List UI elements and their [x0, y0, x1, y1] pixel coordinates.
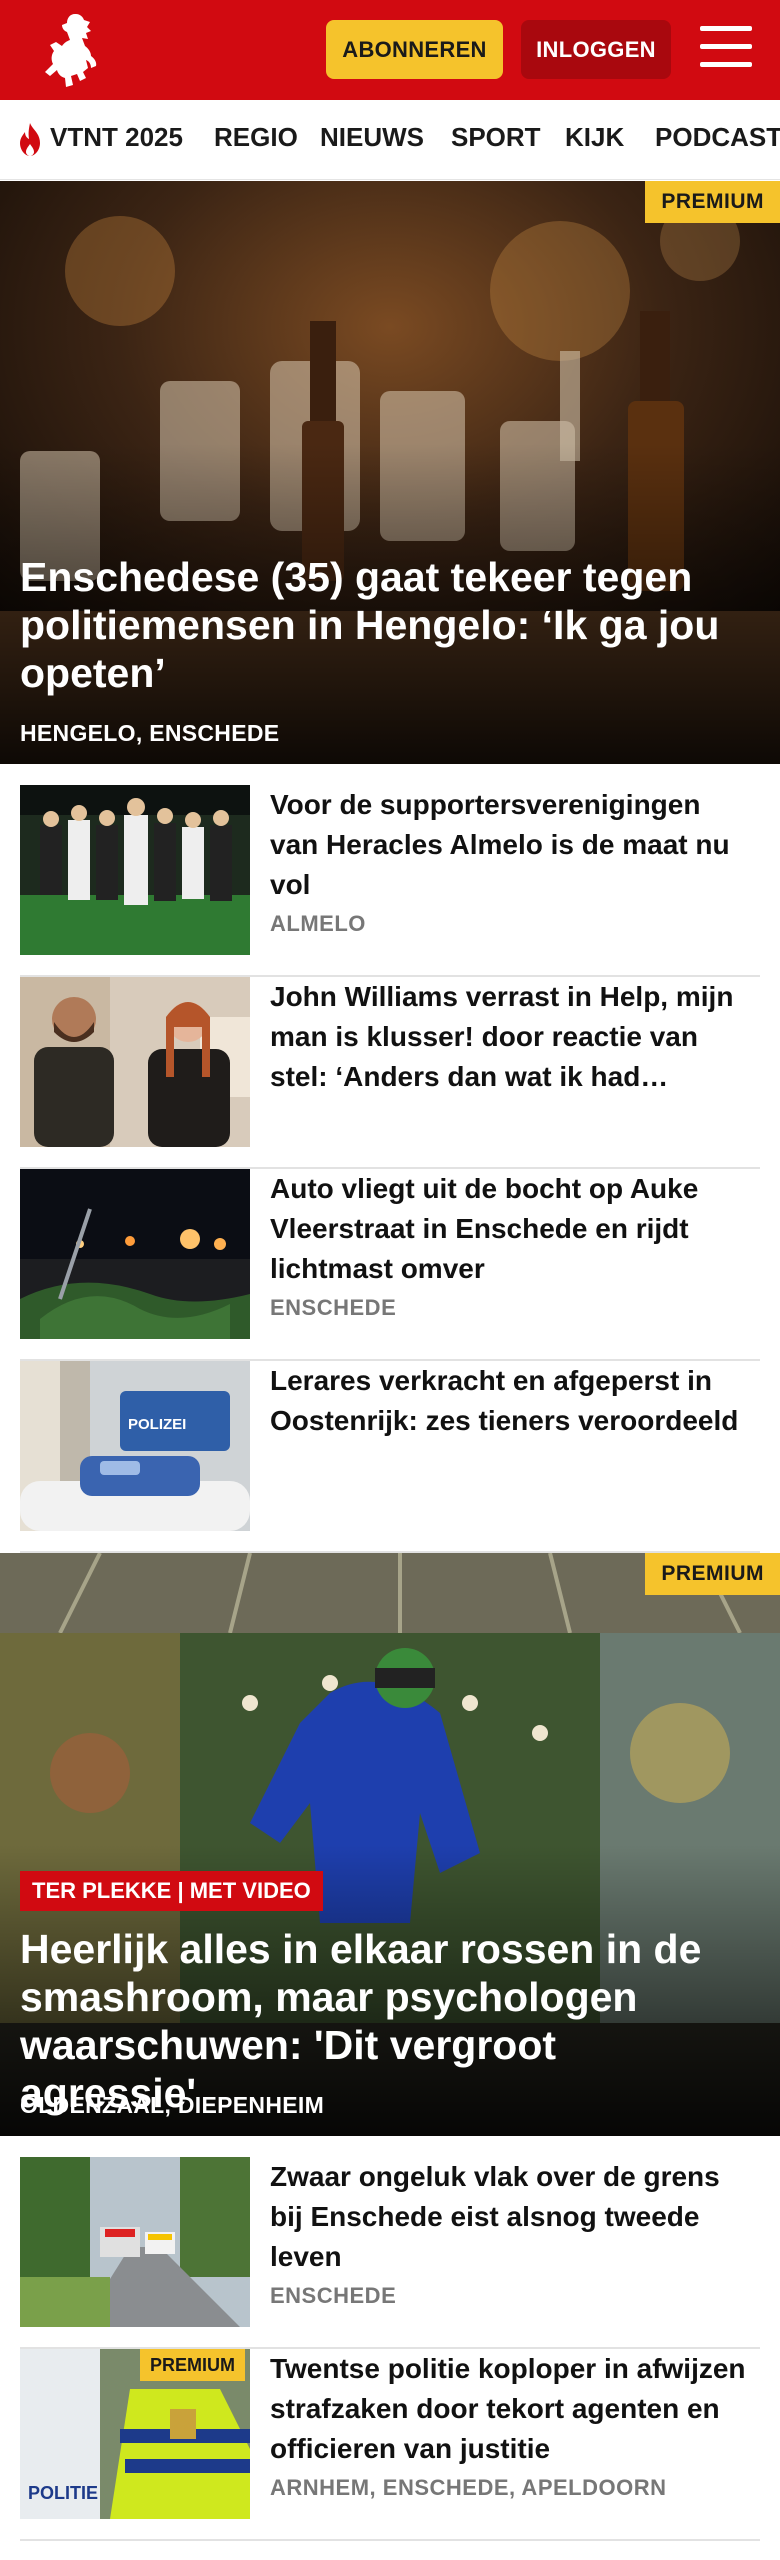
- list-item[interactable]: POLITIE PREMIUM Twentse politie koploper…: [20, 2349, 760, 2541]
- list-item[interactable]: Auto vliegt uit de bocht op Auke Vleerst…: [20, 1169, 760, 1361]
- nav-item-sport[interactable]: SPORT: [451, 122, 541, 153]
- login-button[interactable]: INLOGGEN: [521, 20, 671, 79]
- hero-article[interactable]: PREMIUM Enschedese (35) gaat tekeer tege…: [0, 181, 780, 764]
- list-item[interactable]: Zwaar ongeluk vlak over de grens bij Ens…: [20, 2157, 760, 2349]
- article-title[interactable]: Twentse politie koploper in afwijzen str…: [270, 2349, 750, 2469]
- article-thumbnail: [20, 1169, 250, 1339]
- hero-location: OLDENZAAL, DIEPENHEIM: [20, 2092, 325, 2118]
- list-item[interactable]: POLIZEI Lerares verkracht en afgeperst i…: [20, 1361, 760, 1553]
- polizei-sign: POLIZEI: [128, 1416, 186, 1433]
- section-nav: VTNT 2025 REGIO NIEUWS SPORT KIJK PODCAS…: [0, 100, 780, 180]
- article-title[interactable]: Lerares verkracht en afgeperst in Oosten…: [270, 1361, 750, 1441]
- nav-item-regio[interactable]: REGIO: [214, 122, 298, 153]
- article-title[interactable]: Zwaar ongeluk vlak over de grens bij Ens…: [270, 2157, 750, 2277]
- list-item[interactable]: Voor de supportersverenigingen van Herac…: [20, 785, 760, 977]
- article-thumbnail: [20, 785, 250, 955]
- article-thumbnail: [20, 977, 250, 1147]
- premium-badge: PREMIUM: [140, 2349, 245, 2381]
- article-location: ARNHEM, ENSCHEDE, APELDOORN: [270, 2475, 667, 2500]
- article-thumbnail: POLIZEI: [20, 1361, 250, 1531]
- hero-title[interactable]: Enschedese (35) gaat tekeer tegen politi…: [20, 553, 740, 697]
- article-location: ALMELO: [270, 911, 366, 936]
- premium-badge: PREMIUM: [645, 1553, 780, 1595]
- article-location: ENSCHEDE: [270, 2283, 397, 2308]
- nav-item-vtnt[interactable]: VTNT 2025: [50, 122, 183, 153]
- list-item[interactable]: John Williams verrast in Help, mijn man …: [20, 977, 760, 1169]
- nav-item-kijk[interactable]: KIJK: [565, 122, 624, 153]
- subscribe-button[interactable]: ABONNEREN: [326, 20, 503, 79]
- article-title[interactable]: John Williams verrast in Help, mijn man …: [270, 977, 750, 1097]
- article-thumbnail: [20, 2157, 250, 2327]
- menu-icon[interactable]: [700, 24, 752, 72]
- nav-item-podcast[interactable]: PODCAST: [655, 122, 780, 153]
- article-location: ENSCHEDE: [270, 1295, 397, 1320]
- kicker-label: TER PLEKKE | MET VIDEO: [20, 1871, 323, 1911]
- hero-location: HENGELO, ENSCHEDE: [20, 720, 280, 746]
- hero-article[interactable]: PREMIUM TER PLEKKE | MET VIDEO Heerlijk …: [0, 1553, 780, 2136]
- nav-item-nieuws[interactable]: NIEUWS: [320, 122, 424, 153]
- site-header: ABONNEREN INLOGGEN: [0, 0, 780, 100]
- hero-title[interactable]: Heerlijk alles in elkaar rossen in de sm…: [20, 1925, 740, 2117]
- politie-text: POLITIE: [28, 2483, 98, 2503]
- tubantia-horse-logo[interactable]: [38, 10, 108, 90]
- article-title[interactable]: Voor de supportersverenigingen van Herac…: [270, 785, 750, 905]
- article-title[interactable]: Auto vliegt uit de bocht op Auke Vleerst…: [270, 1169, 750, 1289]
- flame-icon: [20, 123, 40, 156]
- premium-badge: PREMIUM: [645, 181, 780, 223]
